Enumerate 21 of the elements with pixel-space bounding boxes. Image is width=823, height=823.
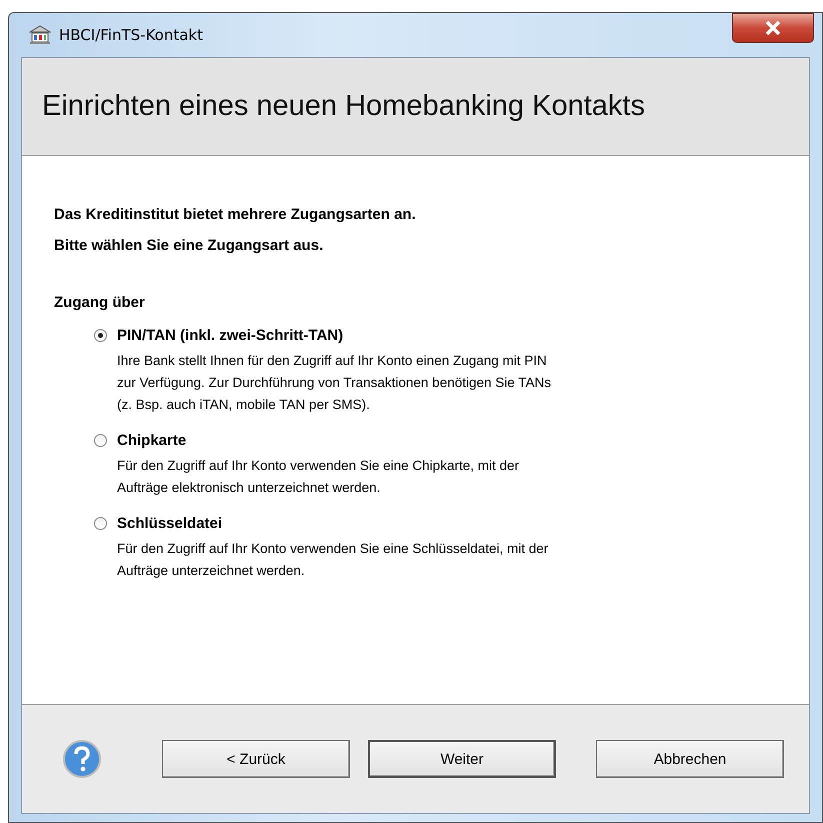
page-title: Einrichten eines neuen Homebanking Kontakts <box>42 90 645 123</box>
intro-text: Das Kreditinstitut bietet mehrere Zugangsarten an. <box>54 206 417 223</box>
wizard-button[interactable]: Weiter <box>368 740 556 778</box>
option-label[interactable]: Schlüsseldatei <box>117 515 222 532</box>
group-label: Zugang über <box>54 294 146 311</box>
wizard-button[interactable]: < Zurück <box>162 740 350 778</box>
window-title: HBCI/FinTS-Kontakt <box>59 26 204 44</box>
close-button[interactable] <box>732 13 814 43</box>
radio-button[interactable] <box>94 517 107 530</box>
option-description: Ihre Bank stellt Ihnen für den Zugriff auf Ihr Konto einen Zugang mit PIN zur Verfügung. Zur Durchführung von Transaktionen benötigen Sie TANs (z. Bsp. auch iTAN, mobile TAN per SMS). <box>117 352 552 414</box>
option-description: Für den Zugriff auf Ihr Konto verwenden Sie eine Chipkarte, mit der Aufträge elektronisch unterzeichnet werden. <box>117 457 520 497</box>
intro-text: Bitte wählen Sie eine Zugangsart aus. <box>54 237 324 254</box>
radio-button[interactable] <box>94 434 107 447</box>
option-label[interactable]: Chipkarte <box>117 432 186 449</box>
help-icon[interactable] <box>62 739 102 779</box>
radio-button[interactable] <box>94 329 107 342</box>
bank-icon <box>29 25 51 45</box>
wizard-button[interactable]: Abbrechen <box>596 740 784 778</box>
option-label[interactable]: PIN/TAN (inkl. zwei-Schritt-TAN) <box>117 327 344 344</box>
option-description: Für den Zugriff auf Ihr Konto verwenden Sie eine Schlüsseldatei, mit der Aufträge unterzeichnet werden. <box>117 540 550 580</box>
close-icon <box>765 21 781 35</box>
